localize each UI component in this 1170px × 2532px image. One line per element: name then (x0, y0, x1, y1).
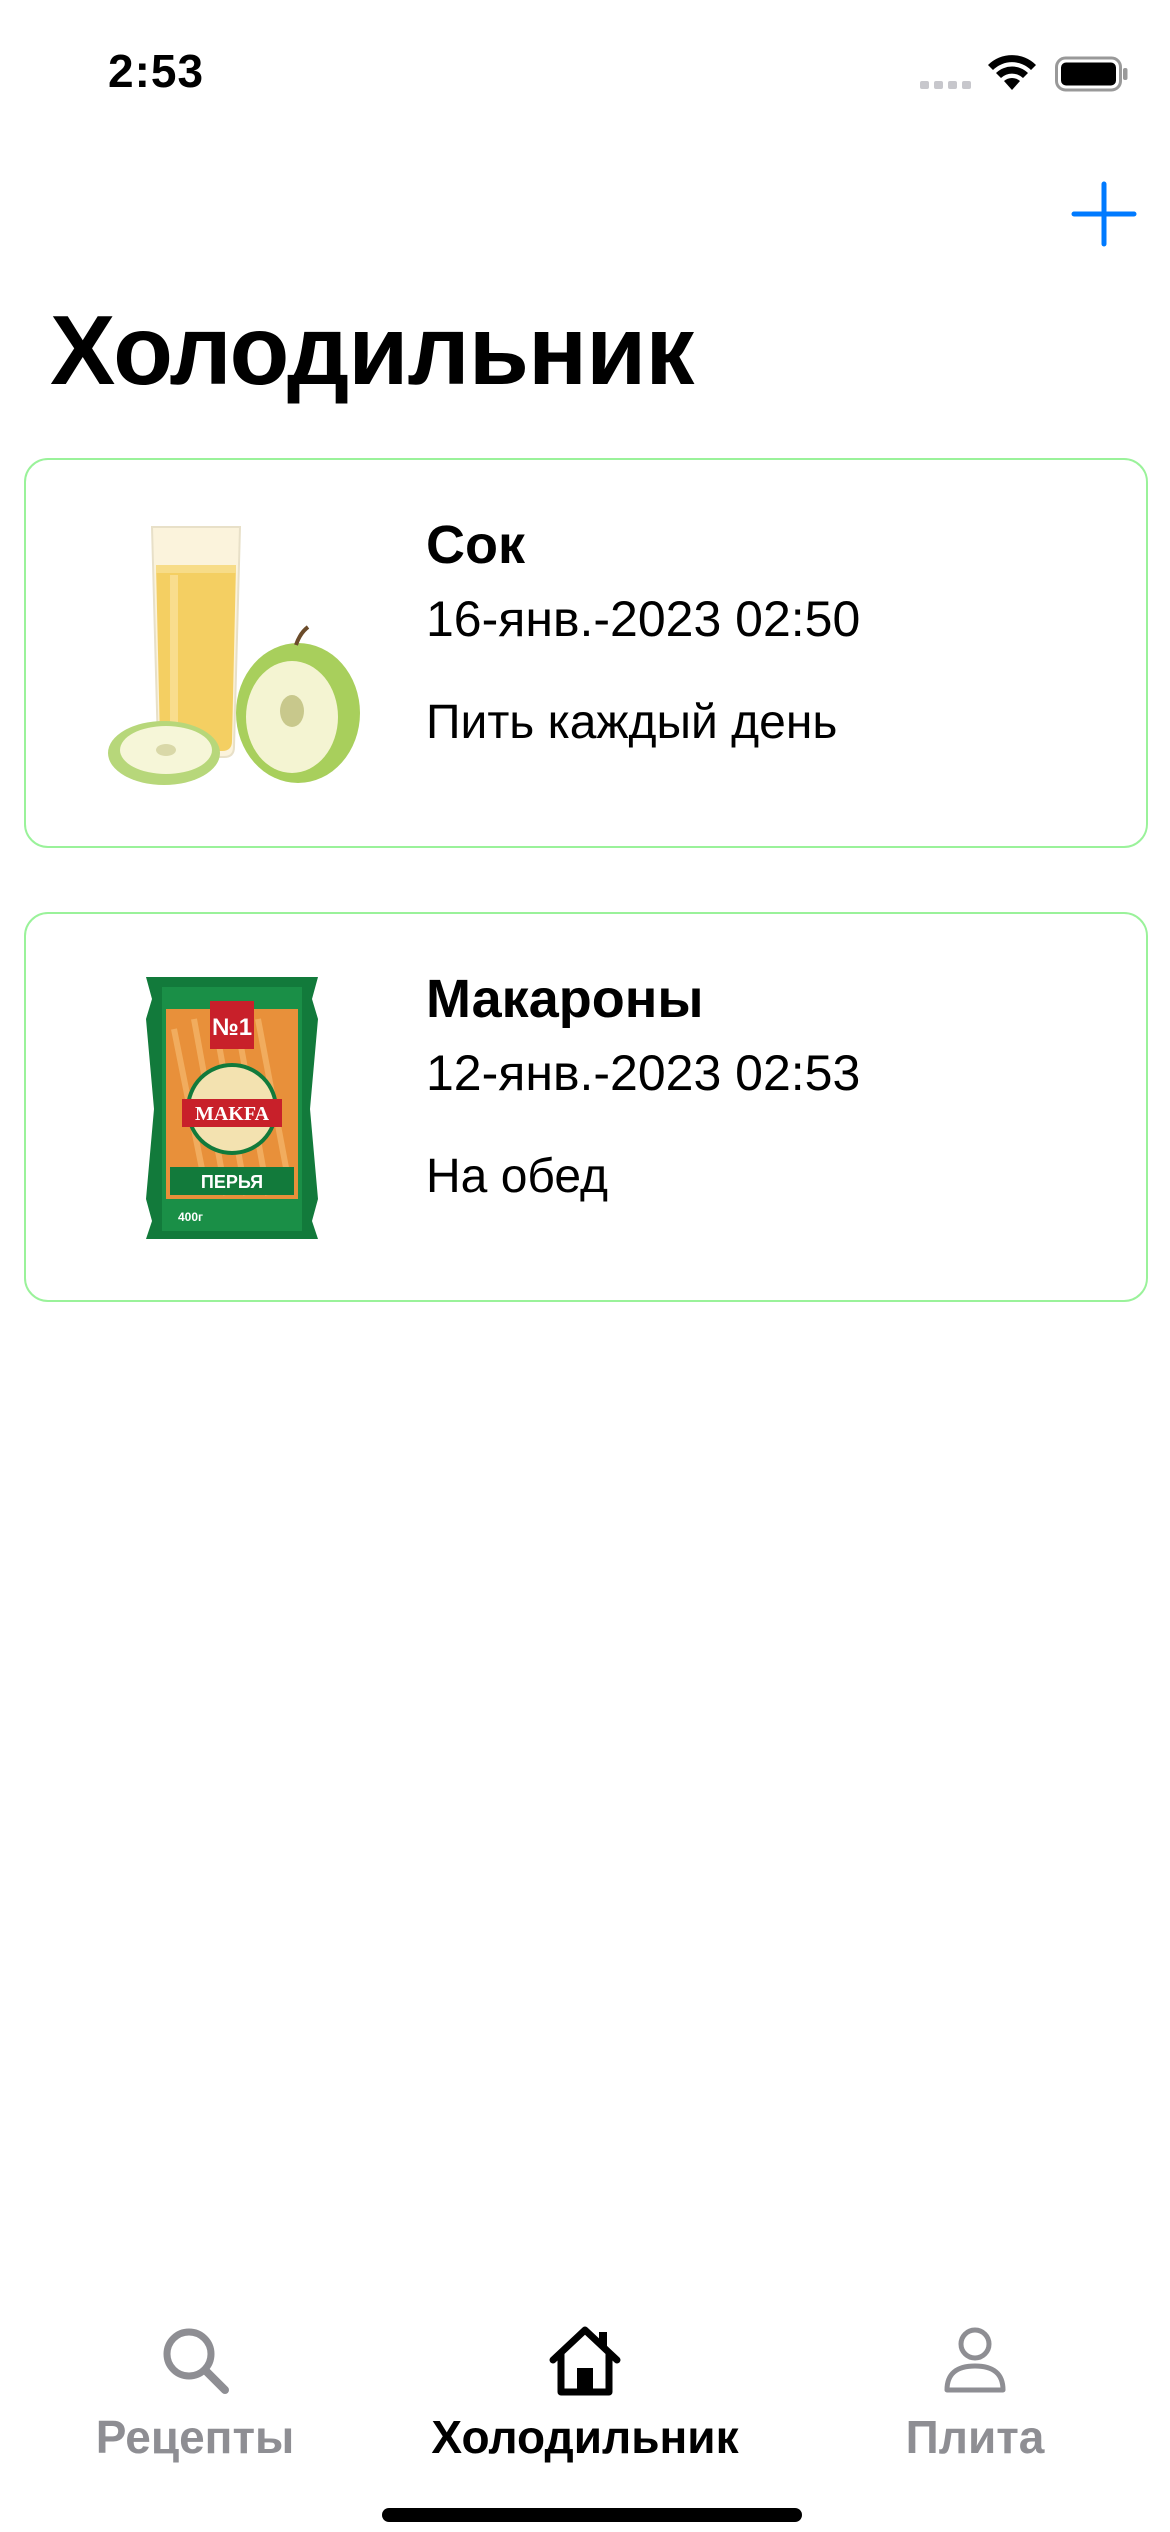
tab-label: Холодильник (431, 2411, 739, 2463)
fridge-item-card[interactable]: №1 MAKFA ПЕРЬЯ 400г Макароны 12-янв.-202… (24, 912, 1148, 1302)
item-date: 16-янв.-2023 02:50 (426, 591, 861, 647)
cellular-signal-icon (920, 81, 971, 89)
card-text: Сок 16-янв.-2023 02:50 Пить каждый день (426, 512, 1126, 754)
card-text: Макароны 12-янв.-2023 02:53 На обед (426, 966, 1126, 1208)
search-icon (163, 2328, 229, 2394)
tab-label: Плита (905, 2411, 1045, 2463)
package-weight-text: 400г (178, 1210, 203, 1224)
house-icon (549, 2326, 621, 2396)
status-time: 2:53 (108, 45, 205, 97)
add-button[interactable] (1070, 180, 1138, 248)
item-title: Сок (426, 515, 526, 575)
status-bar: 2:53 (0, 0, 1170, 150)
tab-stove[interactable]: Плита (780, 2300, 1170, 2470)
juice-image (108, 526, 360, 785)
item-note: На обед (426, 1150, 608, 1203)
battery-icon (1055, 56, 1128, 92)
tab-label: Рецепты (95, 2411, 295, 2463)
fridge-item-card[interactable]: Сок 16-янв.-2023 02:50 Пить каждый день (24, 458, 1148, 848)
item-note: Пить каждый день (426, 696, 838, 749)
package-badge-text: №1 (212, 1014, 252, 1041)
home-indicator[interactable] (382, 2508, 802, 2522)
package-brand-text: MAKFA (195, 1103, 270, 1125)
wifi-icon (988, 55, 1036, 90)
pasta-image: №1 MAKFA ПЕРЬЯ 400г (146, 977, 318, 1239)
plus-icon (1071, 181, 1137, 247)
tab-fridge[interactable]: Холодильник (390, 2300, 780, 2470)
person-icon (944, 2327, 1006, 2393)
tab-bar: Рецепты Холодильник Плита (0, 2300, 1170, 2532)
item-title: Макароны (426, 969, 704, 1029)
package-kind-text: ПЕРЬЯ (201, 1172, 263, 1192)
item-date: 12-янв.-2023 02:53 (426, 1045, 861, 1101)
page-title: Холодильник (50, 295, 694, 405)
tab-recipes[interactable]: Рецепты (0, 2300, 390, 2470)
